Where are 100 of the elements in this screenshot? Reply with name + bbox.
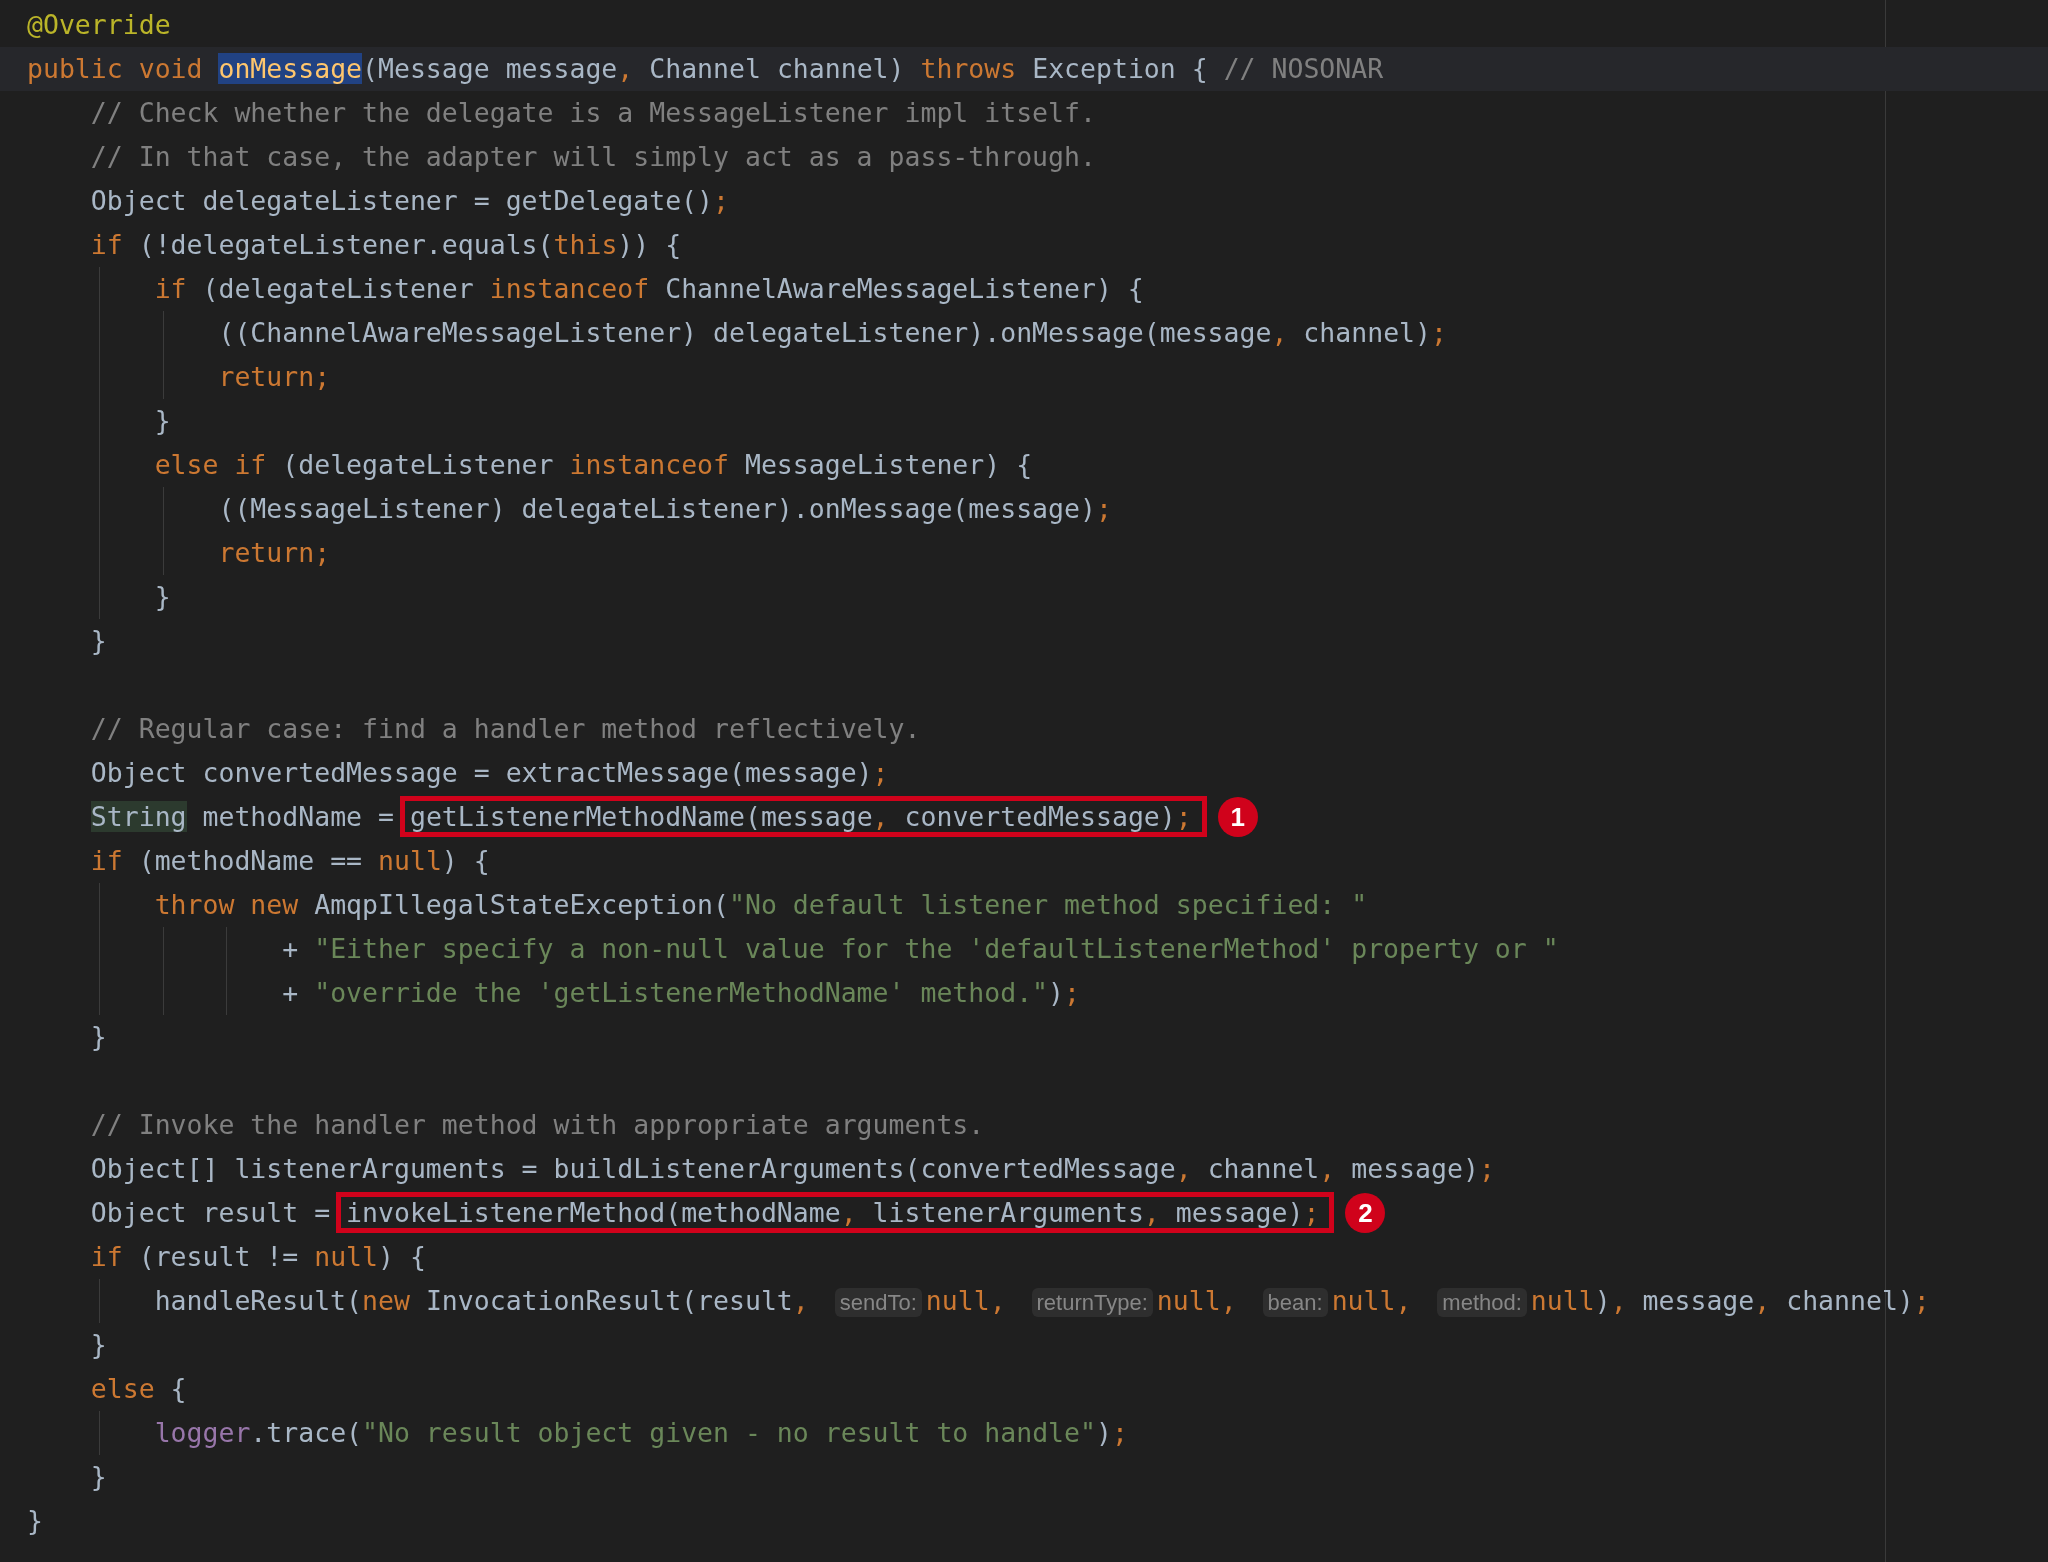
string-literal: "Either specify a non-null value for the 'defaultListenerMethod' property or ": [314, 933, 1559, 964]
code-keyword: ,: [617, 53, 635, 84]
parameter-hint: method:: [1437, 1288, 1527, 1317]
code-text: }: [90, 1021, 107, 1052]
code-keyword: this: [553, 229, 618, 260]
code-text: }: [90, 1461, 107, 1492]
code-keyword: ;: [713, 185, 729, 216]
code-text: }: [27, 1505, 43, 1536]
code-text: channel): [1786, 1285, 1914, 1316]
code-keyword: ,: [1319, 1153, 1337, 1184]
code-text: {: [170, 1373, 187, 1404]
code-keyword: ,: [872, 801, 890, 832]
code-keyword: ,: [1754, 1285, 1772, 1316]
code-keyword: else if: [154, 449, 268, 480]
code-text: handleResult(: [154, 1285, 363, 1316]
code-text: ChannelAwareMessageListener) {: [665, 273, 1144, 304]
code-keyword: else: [90, 1373, 156, 1404]
code-keyword: public void: [27, 53, 204, 84]
code-text: channel: [1207, 1153, 1320, 1184]
code-keyword: null,: [925, 1285, 1007, 1316]
code-keyword: ;: [872, 757, 889, 788]
code-text: ) {: [441, 845, 490, 876]
code-keyword: ;: [1064, 977, 1080, 1008]
code-text: channel): [1303, 317, 1431, 348]
code-keyword: null: [1530, 1285, 1595, 1316]
code-text: }: [90, 1329, 107, 1360]
code-keyword: ,: [1143, 1197, 1161, 1228]
code-text: .trace(: [250, 1417, 363, 1448]
code-keyword: if: [90, 1241, 124, 1272]
code-text: ((ChannelAwareMessageListener) delegateListener).onMessage(message: [218, 317, 1272, 348]
code-text: )) {: [617, 229, 682, 260]
code-text: +: [282, 977, 300, 1008]
code-comment: // Invoke the handler method with appropriate arguments.: [90, 1109, 985, 1140]
code-comment: // In that case, the adapter will simply act as a pass-through.: [90, 141, 1096, 172]
code-text: (result !=: [138, 1241, 300, 1272]
code-keyword: return;: [218, 361, 331, 392]
code-keyword: null: [378, 845, 442, 876]
code-keyword: if: [154, 273, 188, 304]
code-keyword: ,: [792, 1285, 810, 1316]
code-keyword: null,: [1156, 1285, 1238, 1316]
code-text: Object result =: [90, 1197, 332, 1228]
code-keyword: if: [90, 229, 124, 260]
code-keyword: ,: [1610, 1285, 1628, 1316]
code-text: (delegateListener: [202, 273, 475, 304]
code-text: methodName =: [201, 801, 395, 832]
code-text: getListenerMethodName(message: [409, 801, 873, 832]
code-comment: // Regular case: find a handler method reflectively.: [90, 713, 921, 744]
code-keyword: null,: [1331, 1285, 1413, 1316]
type-name: String: [90, 801, 187, 832]
code-text: Object[] listenerArguments = buildListenerArguments(convertedMessage: [90, 1153, 1176, 1184]
code-text: Object convertedMessage = extractMessage(message): [90, 757, 873, 788]
code-text: ): [1048, 977, 1065, 1008]
code-text: listenerArguments: [872, 1197, 1144, 1228]
code-text: InvocationResult(result: [425, 1285, 793, 1316]
code-comment: // Check whether the delegate is a MessageListener impl itself.: [90, 97, 1096, 128]
code-keyword: ;: [1175, 801, 1192, 832]
code-text: Channel channel): [649, 53, 906, 84]
code-text: ): [1594, 1285, 1611, 1316]
code-keyword: instanceof: [489, 273, 651, 304]
number-badge: 1: [1217, 796, 1258, 837]
string-literal: "No default listener method specified: ": [729, 889, 1368, 920]
code-text: ): [1095, 1417, 1112, 1448]
code-keyword: ,: [1175, 1153, 1193, 1184]
code-text: message: [1642, 1285, 1755, 1316]
code-text: (delegateListener: [282, 449, 555, 480]
code-keyword: ;: [1913, 1285, 1930, 1316]
field-name: logger: [154, 1417, 251, 1448]
code-text: Exception {: [1032, 53, 1209, 84]
code-keyword: if: [90, 845, 124, 876]
number-badge: 2: [1345, 1192, 1386, 1233]
code-keyword: ;: [1431, 317, 1447, 348]
code-text: convertedMessage): [904, 801, 1176, 832]
code-text: Object delegateListener = getDelegate(): [90, 185, 714, 216]
code-text: +: [282, 933, 300, 964]
code-text: }: [90, 625, 107, 656]
code-keyword: ,: [1271, 317, 1289, 348]
parameter-hint: bean:: [1262, 1288, 1328, 1317]
annotation: @Override: [27, 9, 171, 40]
code-keyword: throws: [920, 53, 1018, 84]
parameter-hint: returnType:: [1031, 1288, 1153, 1317]
code-text: }: [154, 581, 171, 612]
code-text: message): [1175, 1197, 1304, 1228]
parameter-hint: sendTo:: [834, 1288, 922, 1317]
code-text: ((MessageListener) delegateListener).onMessage(message): [218, 493, 1096, 524]
code-keyword: ;: [1303, 1197, 1320, 1228]
code-keyword: new: [362, 1285, 411, 1316]
code-text: AmqpIllegalStateException(: [314, 889, 729, 920]
code-text: (Message message: [362, 53, 618, 84]
code-text: (methodName ==: [138, 845, 364, 876]
method-name: onMessage: [218, 53, 363, 84]
code-comment: // NOSONAR: [1223, 53, 1384, 84]
code-text: MessageListener) {: [744, 449, 1033, 480]
code-text: ) {: [378, 1241, 426, 1272]
code-text: message): [1351, 1153, 1479, 1184]
code-keyword: null: [314, 1241, 378, 1272]
code-text: (!delegateListener.equals(: [138, 229, 554, 260]
code-keyword: instanceof: [569, 449, 730, 480]
code-text: }: [154, 405, 171, 436]
code-keyword: ;: [1111, 1417, 1128, 1448]
string-literal: "No result object given - no result to handle": [362, 1417, 1096, 1448]
